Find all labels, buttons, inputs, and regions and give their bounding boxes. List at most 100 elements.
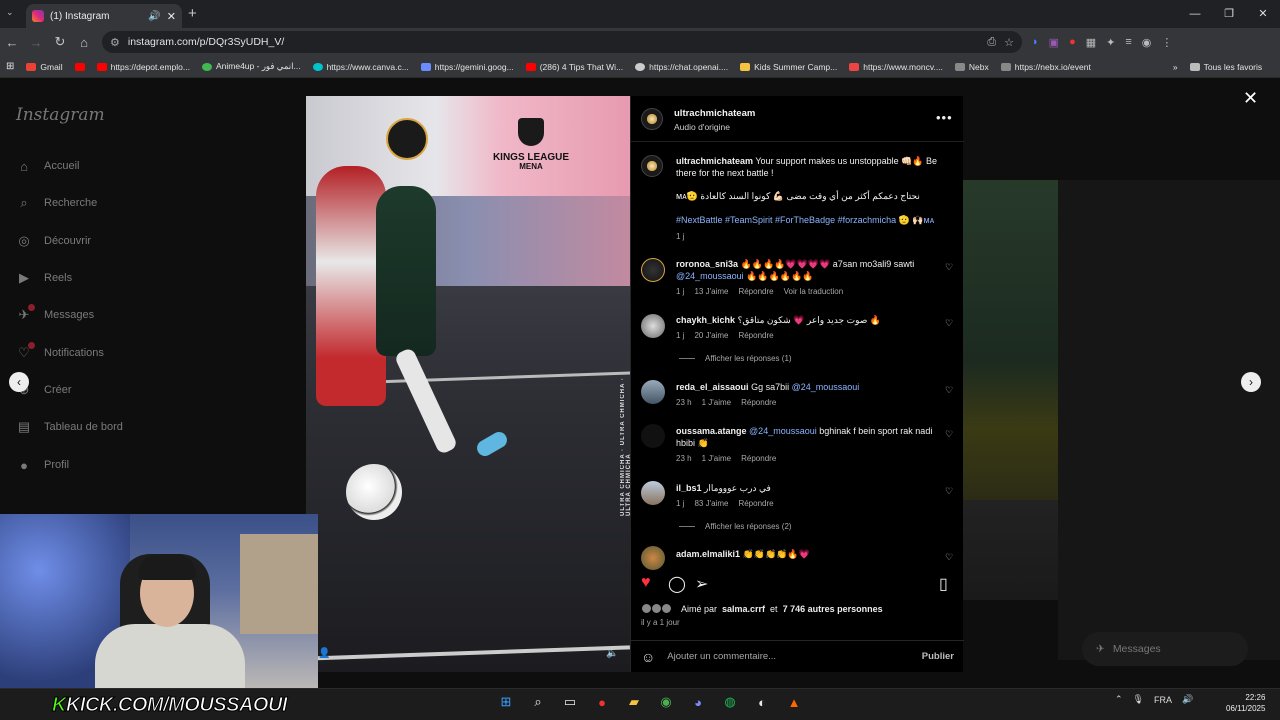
- bookmark-item[interactable]: https://depot.emplo...: [96, 62, 190, 72]
- comment-username[interactable]: roronoa_sni3a: [676, 259, 738, 269]
- likes-count[interactable]: 7 746 autres personnes: [783, 604, 883, 614]
- obs-icon[interactable]: ◐: [752, 692, 772, 712]
- bookmark-item[interactable]: https://www.moncv....: [849, 62, 943, 72]
- extensions-puzzle-icon[interactable]: ✦: [1106, 36, 1115, 49]
- audio-label[interactable]: Audio d'origine: [674, 122, 730, 132]
- install-app-icon[interactable]: ⎙: [987, 36, 996, 49]
- comment-like-icon[interactable]: ♡: [945, 429, 953, 440]
- window-close-icon[interactable]: ✕: [1246, 0, 1280, 28]
- comment-like-icon[interactable]: ♡: [945, 552, 953, 563]
- reply-button[interactable]: Répondre: [741, 398, 776, 407]
- bookmark-item[interactable]: Anime4up - انمي فور...: [201, 61, 301, 72]
- commenter-avatar[interactable]: [641, 481, 665, 505]
- sidebar-item-tableau-de-bord[interactable]: ▤ Tableau de bord: [16, 419, 123, 435]
- comment-like-icon[interactable]: ♡: [945, 262, 953, 273]
- post-video[interactable]: KINGS LEAGUE MENA ULTRA CHMICHA · ULTRA C…: [306, 96, 630, 672]
- publish-button[interactable]: Publier: [922, 651, 954, 662]
- volume-icon[interactable]: 🔊: [1182, 694, 1193, 705]
- comment-input[interactable]: Ajouter un commentaire...: [667, 651, 922, 662]
- caption-hashtags[interactable]: #NextBattle #TeamSpirit #ForTheBadge #fo…: [676, 214, 941, 226]
- comment-mention[interactable]: @24_moussaoui: [749, 426, 817, 436]
- spotify-icon[interactable]: ◍: [720, 692, 740, 712]
- show-replies-button[interactable]: Afficher les réponses (2): [679, 522, 792, 531]
- bookmark-item[interactable]: Nebx: [954, 62, 989, 72]
- apps-grid-icon[interactable]: ⊞: [6, 61, 14, 72]
- bookmark-item[interactable]: https://nebx.io/event: [1000, 62, 1091, 72]
- save-bookmark-icon[interactable]: ▯: [939, 574, 948, 594]
- tab-audio-icon[interactable]: 🔊: [148, 11, 160, 22]
- comment-username[interactable]: reda_el_aissaoui: [676, 382, 749, 392]
- bookmark-item[interactable]: Gmail: [26, 62, 63, 72]
- extension-icon[interactable]: ▦: [1086, 36, 1096, 49]
- comment-like-icon[interactable]: ♡: [945, 318, 953, 329]
- tab-search-icon[interactable]: ⌄: [6, 7, 14, 18]
- comment-likes[interactable]: 20 J'aime: [694, 331, 728, 340]
- author-avatar[interactable]: [641, 155, 663, 177]
- new-tab-button[interactable]: +: [188, 5, 197, 22]
- bookmark-item[interactable]: https://gemini.goog...: [420, 62, 514, 72]
- site-info-icon[interactable]: ⚙: [110, 36, 120, 49]
- chrome-icon[interactable]: ◉: [656, 692, 676, 712]
- extension-icon[interactable]: ▣: [1049, 36, 1059, 49]
- next-post-arrow-icon[interactable]: ›: [1241, 372, 1261, 392]
- profile-avatar-icon[interactable]: ◉: [1142, 36, 1152, 49]
- sidebar-item-accueil[interactable]: ⌂ Accueil: [16, 158, 79, 174]
- minimize-icon[interactable]: —: [1178, 0, 1212, 28]
- caption-username[interactable]: ultrachmichateam: [676, 156, 753, 166]
- home-icon[interactable]: ⌂: [72, 35, 96, 50]
- windows-start-icon[interactable]: ⊞: [496, 692, 516, 712]
- messages-pill[interactable]: ✈ Messages: [1082, 632, 1248, 666]
- instagram-logo[interactable]: Instagram: [16, 105, 105, 125]
- search-icon[interactable]: ⌕: [528, 692, 548, 712]
- comment-username[interactable]: oussama.atange: [676, 426, 747, 436]
- volume-icon[interactable]: 🔈: [606, 648, 618, 659]
- translate-button[interactable]: Voir la traduction: [784, 287, 844, 296]
- comment-likes[interactable]: 1 J'aime: [702, 398, 732, 407]
- restore-icon[interactable]: ❐: [1212, 0, 1246, 28]
- discord-icon[interactable]: ◕: [688, 692, 708, 712]
- browser-tab[interactable]: (1) Instagram 🔊 ✕: [26, 4, 182, 28]
- taskbar-clock[interactable]: 22:26 06/11/2025: [1226, 692, 1265, 714]
- sidebar-item-decouvrir[interactable]: ◎ Découvrir: [16, 233, 91, 249]
- media-control-icon[interactable]: ≡: [1125, 36, 1131, 49]
- share-send-icon[interactable]: ➢: [695, 574, 708, 594]
- bookmark-star-icon[interactable]: ☆: [1004, 36, 1014, 49]
- commenter-avatar[interactable]: [641, 314, 665, 338]
- bookmark-item[interactable]: (286) 4 Tips That Wi...: [525, 62, 623, 72]
- likes-summary[interactable]: Aimé par salma.crrf et 7 746 autres pers…: [641, 603, 883, 614]
- comment-like-icon[interactable]: ♡: [945, 486, 953, 497]
- reply-button[interactable]: Répondre: [738, 499, 773, 508]
- reply-button[interactable]: Répondre: [738, 287, 773, 296]
- extension-icon[interactable]: ●: [1069, 36, 1076, 49]
- comment-username[interactable]: chaykh_kichk: [676, 315, 735, 325]
- bookmarks-overflow-icon[interactable]: »: [1173, 62, 1178, 72]
- author-avatar[interactable]: [641, 108, 663, 130]
- comment-likes[interactable]: 83 J'aime: [694, 499, 728, 508]
- sidebar-item-messages[interactable]: ✈ Messages: [16, 304, 94, 323]
- comment-username[interactable]: adam.elmaliki1: [676, 549, 740, 559]
- commenter-avatar[interactable]: [641, 424, 665, 448]
- bookmark-item[interactable]: https://www.canva.c...: [312, 62, 409, 72]
- show-replies-button[interactable]: Afficher les réponses (1): [679, 354, 792, 363]
- comment-like-icon[interactable]: ♡: [945, 385, 953, 396]
- browser-menu-icon[interactable]: ⋮: [1161, 36, 1172, 49]
- extension-icon[interactable]: ◗: [1032, 36, 1039, 49]
- app-icon[interactable]: ●: [592, 692, 612, 712]
- back-icon[interactable]: ←: [0, 35, 24, 50]
- sidebar-item-profil[interactable]: ● Profil: [16, 457, 69, 473]
- commenter-avatar[interactable]: [641, 546, 665, 570]
- bookmark-item[interactable]: [74, 62, 85, 71]
- task-view-icon[interactable]: ▭: [560, 692, 580, 712]
- tab-close-icon[interactable]: ✕: [167, 10, 176, 23]
- liker-username[interactable]: salma.crrf: [722, 604, 765, 614]
- emoji-icon[interactable]: ☺: [641, 649, 655, 665]
- language-indicator[interactable]: FRA: [1154, 695, 1172, 705]
- sidebar-item-notifications[interactable]: ♡ Notifications: [16, 342, 104, 361]
- all-favorites-folder[interactable]: Tous les favoris: [1189, 62, 1262, 72]
- comment-mention[interactable]: @24_moussaoui: [676, 271, 744, 281]
- sidebar-item-recherche[interactable]: ⌕ Recherche: [16, 195, 97, 211]
- comment-bubble-icon[interactable]: ◯: [668, 574, 686, 594]
- comment-username[interactable]: il_bs1: [676, 483, 702, 493]
- previous-post-arrow-icon[interactable]: ‹: [9, 372, 29, 392]
- more-options-icon[interactable]: •••: [936, 110, 953, 125]
